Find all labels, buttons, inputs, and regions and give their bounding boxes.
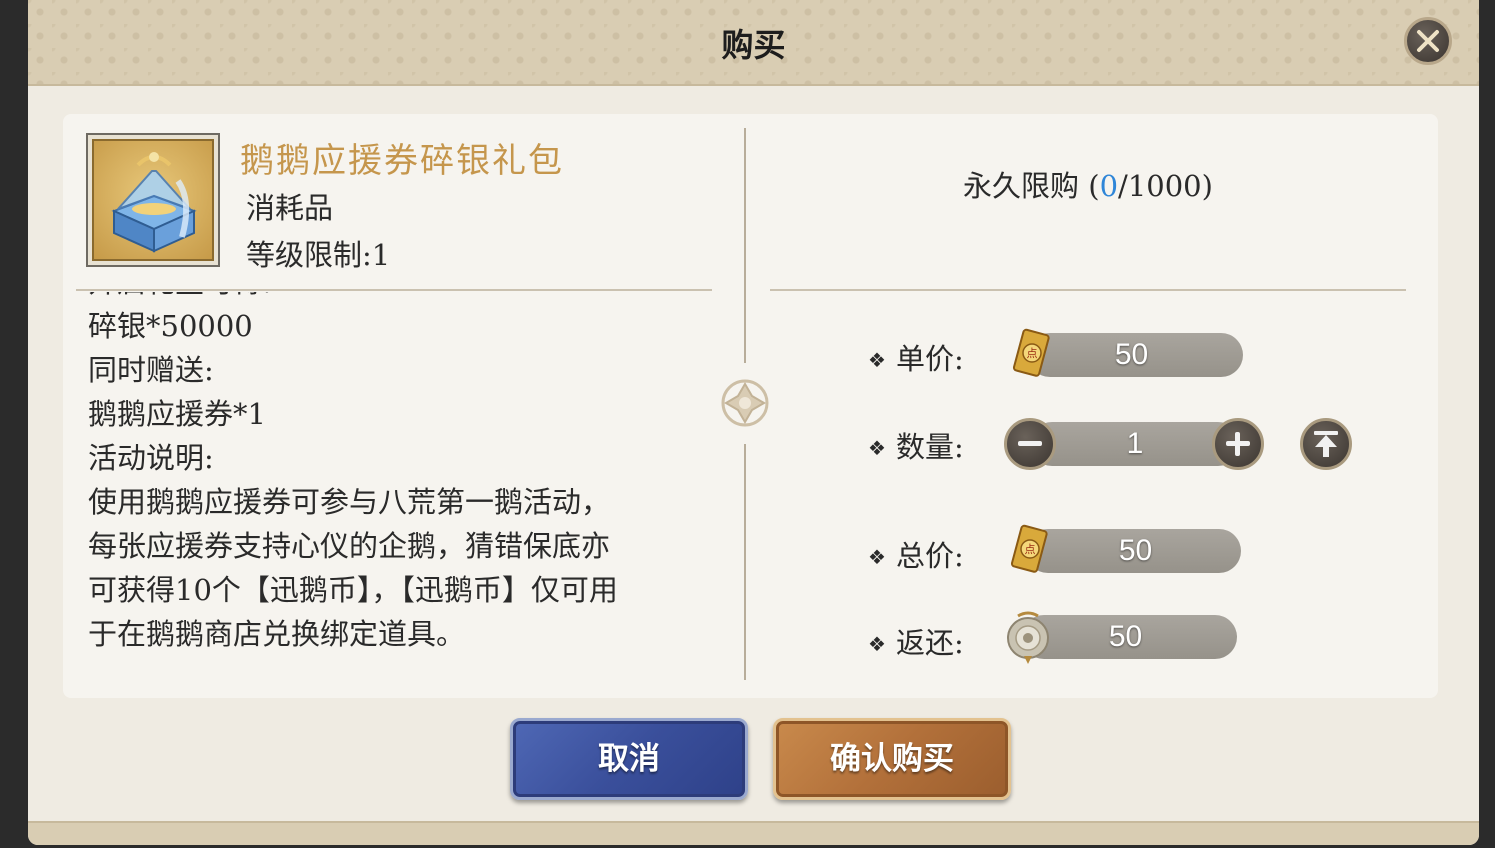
purchase-limit-open: ( xyxy=(1088,169,1100,203)
dialog-title: 购买 xyxy=(721,26,786,64)
description-line: 开启礼盒可得: xyxy=(88,292,718,304)
item-icon-frame[interactable] xyxy=(86,133,220,267)
description-line: 活动说明: xyxy=(88,441,214,475)
cancel-button-label: 取消 xyxy=(598,741,660,777)
description-line: 于在鹅鹅商店兑换绑定道具。 xyxy=(88,617,466,651)
rebate-label: ❖ 返还: xyxy=(868,620,964,662)
description-line: 每张应援券支持心仪的企鹅，猜错保底亦 xyxy=(88,529,611,563)
max-quantity-button[interactable] xyxy=(1300,418,1352,470)
close-button[interactable] xyxy=(1404,17,1452,65)
purchase-limit-current: 0 xyxy=(1099,169,1119,203)
quantity-label: ❖ 数量: xyxy=(868,424,964,466)
item-type: 消耗品 xyxy=(246,191,334,225)
quantity-label-text: 数量: xyxy=(895,430,964,464)
item-name: 鹅鹅应援券碎银礼包 xyxy=(240,141,564,181)
bullet-icon: ❖ xyxy=(868,632,886,656)
plus-icon xyxy=(1226,432,1250,456)
total-price-bar: 50 xyxy=(1026,529,1241,573)
bullet-icon: ❖ xyxy=(868,436,886,460)
purchase-dialog: 购买 鹅鹅应援券碎银礼包 消耗品 等级限制:1 碎银*50000 同时赠送: 鹅… xyxy=(28,0,1479,845)
total-price-value: 50 xyxy=(1118,534,1153,567)
unit-price-bar: 50 xyxy=(1028,333,1243,377)
description-line: 可获得10个【迅鹅币】，【迅鹅币】仅可用 xyxy=(88,573,618,607)
purchase-limit-close: ) xyxy=(1201,169,1213,203)
svg-text:点: 点 xyxy=(1025,543,1036,556)
max-arrow-icon xyxy=(1314,431,1338,457)
decrease-quantity-button[interactable] xyxy=(1004,418,1056,470)
dialog-footer-border xyxy=(28,821,1479,845)
vertical-divider xyxy=(744,128,746,363)
cancel-button[interactable]: 取消 xyxy=(510,718,748,800)
svg-text:点: 点 xyxy=(1027,347,1038,360)
separator-line xyxy=(76,289,712,291)
item-level-limit: 等级限制:1 xyxy=(246,238,391,272)
rebate-label-text: 返还: xyxy=(895,626,964,660)
description-line: 同时赠送: xyxy=(88,353,214,387)
description-line: 使用鹅鹅应援券可参与八荒第一鹅活动， xyxy=(88,485,611,519)
jade-coin-icon xyxy=(1007,611,1049,664)
ornament-icon xyxy=(721,379,769,427)
description-line: 碎银*50000 xyxy=(88,309,253,343)
purchase-limit: 永久限购 (0/1000) xyxy=(770,163,1406,205)
bullet-icon: ❖ xyxy=(868,545,886,569)
confirm-purchase-button-label: 确认购买 xyxy=(830,741,954,777)
confirm-purchase-button[interactable]: 确认购买 xyxy=(773,718,1011,800)
unit-price-label: ❖ 单价: xyxy=(868,336,964,378)
vertical-divider xyxy=(744,444,746,680)
purchase-limit-label: 永久限购 xyxy=(963,169,1080,203)
close-icon xyxy=(1417,30,1439,52)
quantity-bar: 1 xyxy=(1030,422,1240,466)
purchase-limit-max: /1000 xyxy=(1118,169,1202,203)
rebate-bar: 50 xyxy=(1022,615,1237,659)
unit-price-value: 50 xyxy=(1114,338,1149,371)
increase-quantity-button[interactable] xyxy=(1212,418,1264,470)
bullet-icon: ❖ xyxy=(868,348,886,372)
treasure-chest-icon xyxy=(111,152,197,253)
total-price-label: ❖ 总价: xyxy=(868,533,964,575)
point-scroll-icon: 点 xyxy=(1012,328,1050,377)
point-scroll-icon: 点 xyxy=(1010,524,1048,573)
separator-line xyxy=(770,289,1406,291)
quantity-value[interactable]: 1 xyxy=(1030,422,1240,466)
item-description[interactable]: 开启礼盒可得: 碎银*50000 同时赠送: 鹅鹅应援券*1 活动说明: 使用鹅… xyxy=(88,292,718,672)
dialog-header: 购买 xyxy=(28,0,1479,86)
minus-icon xyxy=(1018,441,1042,446)
description-line: 鹅鹅应援券*1 xyxy=(88,397,266,431)
total-price-label-text: 总价: xyxy=(895,539,964,573)
unit-price-label-text: 单价: xyxy=(895,342,964,376)
